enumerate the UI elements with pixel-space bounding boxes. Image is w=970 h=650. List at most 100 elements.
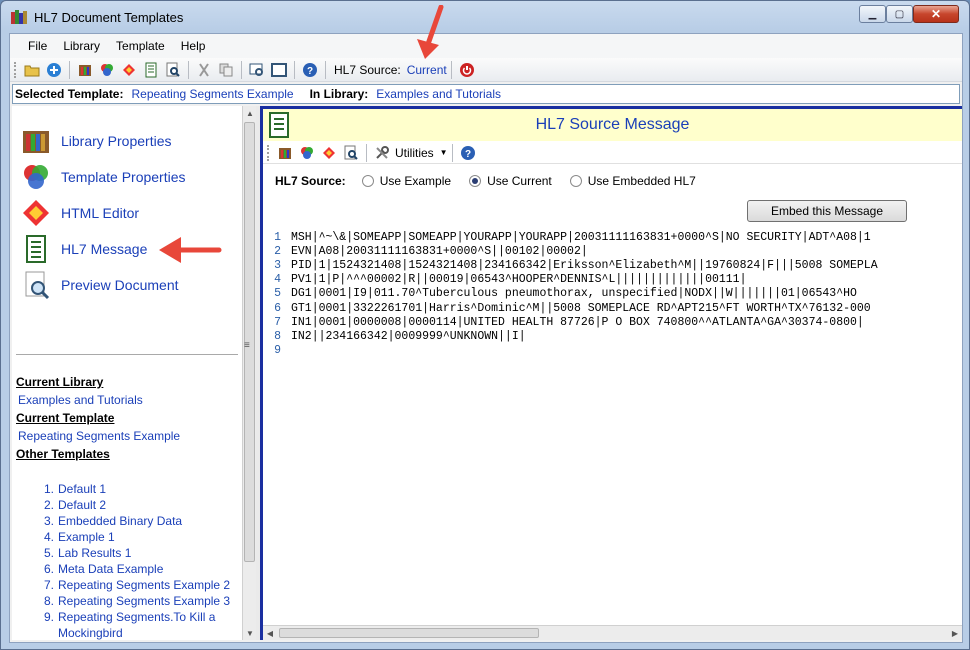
minimize-button[interactable]: ▁ <box>859 5 886 23</box>
radio-dot[interactable] <box>569 175 582 187</box>
scroll-down-arrow-icon[interactable]: ▼ <box>243 626 257 640</box>
toolbar-separator <box>366 143 367 162</box>
menu-template[interactable]: Template <box>108 39 173 53</box>
template-list-item[interactable]: 2. Default 2 <box>30 497 242 513</box>
add-icon[interactable] <box>45 61 63 79</box>
radio-use-current[interactable]: Use Current <box>469 174 552 188</box>
template-list-item[interactable]: 4. Example 1 <box>30 529 242 545</box>
editor-horizontal-scrollbar[interactable]: ◀ ▶ <box>263 625 962 640</box>
editor-line[interactable]: 9 <box>263 344 291 358</box>
editor-scroll-thumb[interactable] <box>279 628 539 638</box>
hl7-segment-text[interactable]: PID|1|1524321408|1524321408|234166342|Er… <box>291 259 878 272</box>
editor-line[interactable]: 1 MSH|^~\&|SOMEAPP|SOMEAPP|YOURAPP|YOURAP… <box>263 231 871 245</box>
hl7-segment-text[interactable]: IN2||234166342|0009999^UNKNOWN||I| <box>291 330 526 343</box>
utilities-menu-label[interactable]: Utilities <box>395 146 434 160</box>
help-icon[interactable]: ? <box>459 144 477 162</box>
copy-icon[interactable] <box>217 61 235 79</box>
nav-library-properties[interactable]: Library Properties <box>20 126 172 156</box>
embed-message-button[interactable]: Embed this Message <box>747 200 907 222</box>
editor-line[interactable]: 4 PV1|1|P|^^^00002|R||00019|06543^HOOPER^… <box>263 273 746 287</box>
radio-dot[interactable] <box>361 175 374 187</box>
power-icon[interactable] <box>458 61 476 79</box>
radio-use-embedded[interactable]: Use Embedded HL7 <box>569 174 696 188</box>
menu-help[interactable]: Help <box>173 39 214 53</box>
nav-preview-document[interactable]: Preview Document <box>20 270 179 300</box>
radio-dot-selected[interactable] <box>469 175 482 187</box>
preview-icon[interactable] <box>342 144 360 162</box>
hl7-message-editor[interactable]: 1 MSH|^~\&|SOMEAPP|SOMEAPP|YOURAPP|YOURAP… <box>263 227 962 625</box>
help-icon[interactable]: ? <box>301 61 319 79</box>
template-list-link[interactable]: Meta Data Example <box>58 561 163 577</box>
hl7-segment-text[interactable]: DG1|0001|I9|011.70^Tuberculous pneumotho… <box>291 287 857 300</box>
template-list-item[interactable]: 8. Repeating Segments Example 3 <box>30 593 242 609</box>
menu-file[interactable]: File <box>20 39 55 53</box>
toolbar-grip[interactable] <box>14 61 17 78</box>
library-icon[interactable] <box>276 144 294 162</box>
toolbar-separator <box>325 60 326 79</box>
maximize-button[interactable]: ▢ <box>886 5 913 23</box>
utilities-tools-icon[interactable] <box>373 144 391 162</box>
open-folder-icon[interactable] <box>23 61 41 79</box>
template-list-link[interactable]: Default 1 <box>58 481 106 497</box>
editor-line[interactable]: 5 DG1|0001|I9|011.70^Tuberculous pneumoth… <box>263 287 857 301</box>
scroll-right-arrow-icon[interactable]: ▶ <box>948 626 962 640</box>
template-list-link[interactable]: Embedded Binary Data <box>58 513 182 529</box>
radio-use-example[interactable]: Use Example <box>361 174 451 188</box>
html-editor-icon[interactable] <box>120 61 138 79</box>
toolbar-separator <box>241 60 242 79</box>
editor-line[interactable]: 2 EVN|A08|20031111163831+0000^S||00102|00… <box>263 245 588 259</box>
hl7-source-current-link[interactable]: Current <box>407 63 447 77</box>
hl7-segment-text[interactable]: PV1|1|P|^^^00002|R||00019|06543^HOOPER^D… <box>291 273 746 286</box>
template-list-number: 3. <box>43 514 54 528</box>
in-library-label: In Library: <box>309 87 369 101</box>
html-editor-icon[interactable] <box>320 144 338 162</box>
template-list-item[interactable]: 5. Lab Results 1 <box>30 545 242 561</box>
template-properties-icon[interactable] <box>98 61 116 79</box>
preview-icon[interactable] <box>164 61 182 79</box>
splitter-grip-icon[interactable]: ≡ <box>244 340 250 351</box>
current-library-link[interactable]: Examples and Tutorials <box>18 393 143 407</box>
template-list-link[interactable]: Example 1 <box>58 529 115 545</box>
template-list-item[interactable]: 7. Repeating Segments Example 2 <box>30 577 242 593</box>
find-icon[interactable] <box>248 61 266 79</box>
nav-hl7-message[interactable]: HL7 Message <box>20 234 147 264</box>
editor-line[interactable]: 6 GT1|0001|3322261701|Harris^Dominic^M||5… <box>263 302 871 316</box>
in-library-link[interactable]: Examples and Tutorials <box>376 87 501 101</box>
fullscreen-icon[interactable] <box>270 61 288 79</box>
template-properties-icon[interactable] <box>298 144 316 162</box>
hl7-segment-text[interactable]: GT1|0001|3322261701|Harris^Dominic^M||50… <box>291 302 871 315</box>
scroll-left-arrow-icon[interactable]: ◀ <box>263 626 277 640</box>
dropdown-caret-icon[interactable]: ▼ <box>440 148 448 157</box>
scroll-up-arrow-icon[interactable]: ▲ <box>243 106 257 120</box>
menu-library[interactable]: Library <box>55 39 108 53</box>
nav-template-properties[interactable]: Template Properties <box>20 162 186 192</box>
toolbar-separator <box>451 143 453 162</box>
toolbar-grip[interactable] <box>267 144 270 161</box>
template-list-link[interactable]: Repeating Segments Example 2 <box>58 577 230 593</box>
template-list-item[interactable]: 1. Default 1 <box>30 481 242 497</box>
template-list-link[interactable]: Default 2 <box>58 497 106 513</box>
hl7-message-icon[interactable] <box>142 61 160 79</box>
editor-line[interactable]: 8 IN2||234166342|0009999^UNKNOWN||I| <box>263 330 526 344</box>
close-button[interactable]: ✕ <box>913 5 959 23</box>
template-list-link[interactable]: Repeating Segments Example 3 <box>58 593 230 609</box>
menu-bar: File Library Template Help <box>10 34 962 58</box>
hl7-segment-text[interactable]: EVN|A08|20031111163831+0000^S||00102|000… <box>291 245 588 258</box>
library-icon[interactable] <box>76 61 94 79</box>
editor-line[interactable]: 3 PID|1|1524321408|1524321408|234166342|E… <box>263 259 878 273</box>
line-number: 5 <box>274 287 281 301</box>
left-pane-scrollbar[interactable]: ▲ ▼ <box>242 106 256 640</box>
editor-line[interactable]: 7 IN1|0001|0000008|0000114|UNITED HEALTH … <box>263 316 864 330</box>
cut-icon[interactable] <box>195 61 213 79</box>
template-list-link[interactable]: Lab Results 1 <box>58 545 131 561</box>
template-list-item[interactable]: 6. Meta Data Example <box>30 561 242 577</box>
hl7-segment-text[interactable]: IN1|0001|0000008|0000114|UNITED HEALTH 8… <box>291 316 864 329</box>
template-list-item[interactable]: 3. Embedded Binary Data <box>30 513 242 529</box>
hl7-segment-text[interactable]: MSH|^~\&|SOMEAPP|SOMEAPP|YOURAPP|YOURAPP… <box>291 231 871 244</box>
title-bar[interactable]: HL7 Document Templates ▁ ▢ ✕ <box>1 1 969 33</box>
current-template-link[interactable]: Repeating Segments Example <box>18 429 180 443</box>
selected-template-link[interactable]: Repeating Segments Example <box>131 87 293 101</box>
template-list-link[interactable]: Repeating Segments.To Kill a Mockingbird <box>58 609 242 640</box>
nav-html-editor[interactable]: HTML Editor <box>20 198 139 228</box>
template-list-item[interactable]: 9. Repeating Segments.To Kill a Mockingbi… <box>30 609 242 640</box>
